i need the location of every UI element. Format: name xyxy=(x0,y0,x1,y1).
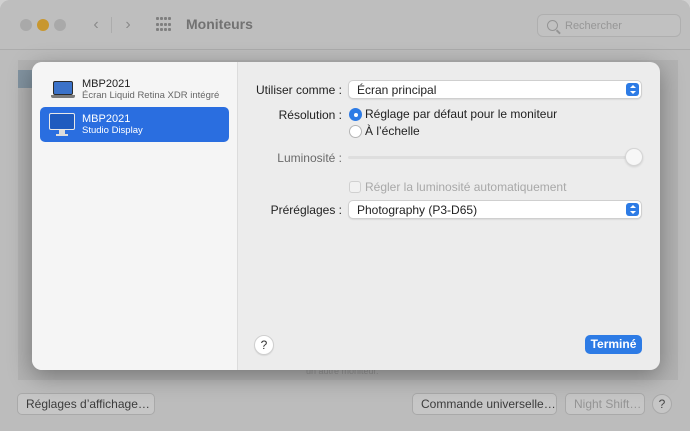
presets-value: Photography (P3-D65) xyxy=(357,203,478,217)
resolution-scaled-radio[interactable] xyxy=(349,125,362,138)
presets-label: Préréglages : xyxy=(270,203,342,217)
brightness-slider-track[interactable] xyxy=(348,156,634,159)
auto-brightness-checkbox[interactable] xyxy=(349,181,361,193)
brightness-slider-knob[interactable] xyxy=(625,148,643,166)
laptop-icon xyxy=(51,81,75,99)
presets-popup[interactable]: Photography (P3-D65) xyxy=(348,200,642,219)
help-button[interactable]: ? xyxy=(254,335,274,355)
monitor-icon xyxy=(49,113,75,137)
use-as-value: Écran principal xyxy=(357,83,437,97)
resolution-label: Résolution : xyxy=(278,108,342,122)
use-as-popup[interactable]: Écran principal xyxy=(348,80,642,99)
display-settings-sheet: MBP2021 Écran Liquid Retina XDR intégré … xyxy=(32,62,660,370)
display-name: MBP2021 xyxy=(82,78,131,90)
display-subtitle: Studio Display xyxy=(82,125,143,136)
display-list: MBP2021 Écran Liquid Retina XDR intégré … xyxy=(32,62,238,370)
brightness-label: Luminosité : xyxy=(277,151,342,165)
display-subtitle: Écran Liquid Retina XDR intégré xyxy=(82,90,220,101)
updown-arrows-icon xyxy=(626,83,639,96)
display-name: MBP2021 xyxy=(82,113,131,125)
resolution-scaled-label[interactable]: À l’échelle xyxy=(365,124,420,138)
use-as-label: Utiliser comme : xyxy=(255,83,342,97)
display-item-builtin[interactable]: MBP2021 Écran Liquid Retina XDR intégré xyxy=(40,72,229,107)
updown-arrows-icon xyxy=(626,203,639,216)
resolution-default-radio[interactable] xyxy=(349,108,362,121)
done-button[interactable]: Terminé xyxy=(585,335,642,354)
resolution-default-label[interactable]: Réglage par défaut pour le moniteur xyxy=(365,107,557,121)
display-item-studio[interactable]: MBP2021 Studio Display xyxy=(40,107,229,142)
auto-brightness-label: Régler la luminosité automatiquement xyxy=(365,180,567,194)
